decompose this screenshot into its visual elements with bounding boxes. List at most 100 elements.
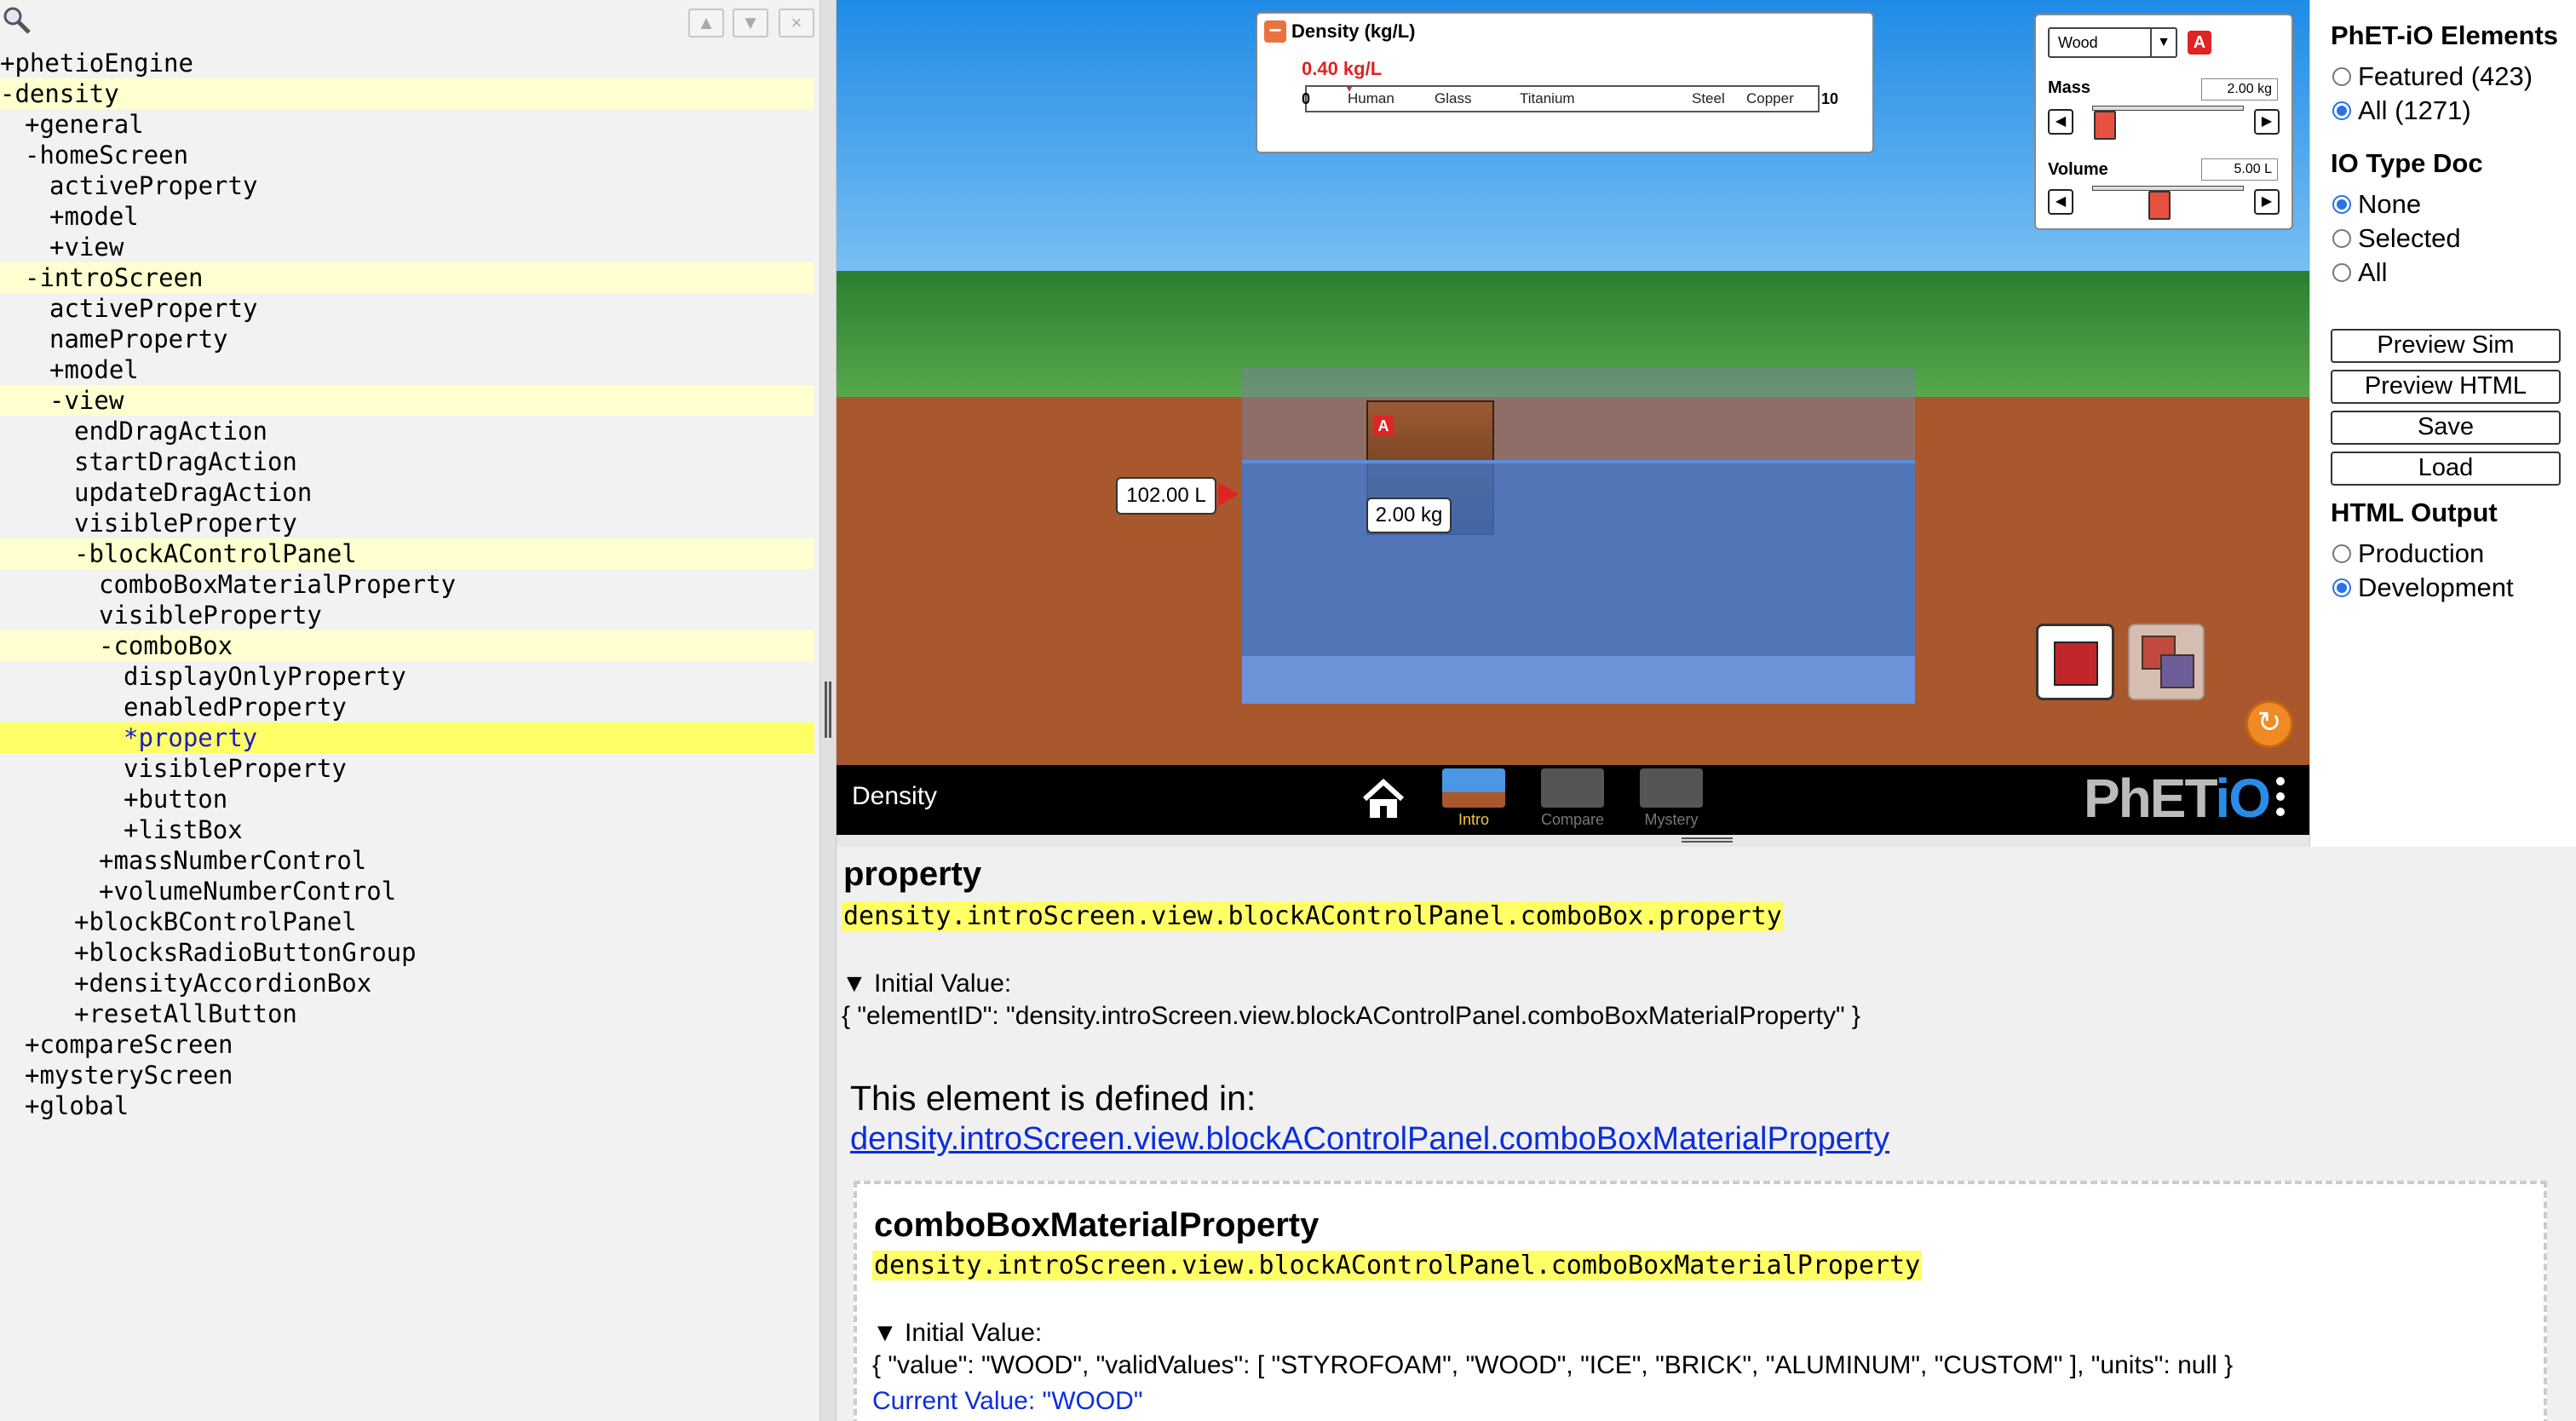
tree-row[interactable]: nameProperty bbox=[0, 324, 814, 354]
radio-iotype-selected[interactable]: Selected bbox=[2332, 221, 2461, 256]
tree-row-label[interactable]: endDragAction bbox=[74, 416, 271, 446]
tree-row-label[interactable]: -homeScreen bbox=[25, 140, 192, 170]
tree-row-label[interactable]: *property bbox=[124, 722, 261, 753]
tree-row[interactable]: +general bbox=[0, 109, 814, 140]
tree-row[interactable]: -homeScreen bbox=[0, 140, 814, 170]
tree-row[interactable]: -comboBox bbox=[0, 630, 814, 661]
radio-icon[interactable] bbox=[2332, 66, 2351, 86]
radio-icon[interactable] bbox=[2332, 544, 2351, 563]
tree-row[interactable]: +view bbox=[0, 232, 814, 262]
volume-increment-button[interactable]: ▶ bbox=[2254, 189, 2280, 215]
tab-intro[interactable]: Intro bbox=[1440, 768, 1508, 833]
tree-row-label[interactable]: +mysteryScreen bbox=[25, 1060, 236, 1090]
tree-row[interactable]: +resetAllButton bbox=[0, 998, 814, 1029]
splitter-grip-icon[interactable] bbox=[1682, 837, 1733, 843]
horizontal-splitter[interactable] bbox=[837, 835, 2309, 847]
radio-iotype-none[interactable]: None bbox=[2332, 187, 2421, 221]
tree-row-label[interactable]: +button bbox=[124, 784, 231, 814]
tree-row-label[interactable]: -introScreen bbox=[25, 262, 207, 293]
tree-row[interactable]: +blocksRadioButtonGroup bbox=[0, 937, 814, 968]
tab-mystery[interactable]: Mystery bbox=[1637, 768, 1705, 833]
more-options-icon[interactable] bbox=[2276, 777, 2285, 825]
tab-compare[interactable]: Compare bbox=[1538, 768, 1607, 833]
tree-row-label[interactable]: +view bbox=[49, 232, 127, 262]
radio-icon[interactable] bbox=[2332, 101, 2351, 120]
tree-row-label[interactable]: +blockBControlPanel bbox=[74, 906, 360, 937]
radio-iotype-all[interactable]: All bbox=[2332, 256, 2387, 290]
tree-row-label[interactable]: startDragAction bbox=[74, 446, 301, 477]
radio-all-elements[interactable]: All (1271) bbox=[2332, 94, 2471, 128]
tree-row[interactable]: startDragAction bbox=[0, 446, 814, 477]
volume-slider-thumb[interactable] bbox=[2148, 191, 2171, 220]
tree-row[interactable]: visibleProperty bbox=[0, 600, 814, 630]
mass-value[interactable]: 2.00 kg bbox=[2201, 78, 2278, 101]
tree-close-button[interactable]: × bbox=[779, 9, 814, 37]
volume-value[interactable]: 5.00 L bbox=[2201, 158, 2278, 181]
search-icon[interactable] bbox=[2, 5, 32, 36]
preview-html-button[interactable]: Preview HTML bbox=[2331, 370, 2561, 404]
tree-row[interactable]: -introScreen bbox=[0, 262, 814, 293]
one-block-radio-button[interactable] bbox=[2036, 624, 2114, 700]
mass-decrement-button[interactable]: ◀ bbox=[2048, 109, 2073, 135]
chevron-down-icon[interactable]: ▼ bbox=[2150, 29, 2176, 56]
tree-row-label[interactable]: +listBox bbox=[124, 814, 246, 845]
tree-row[interactable]: +blockBControlPanel bbox=[0, 906, 814, 937]
tree-row-label[interactable]: activeProperty bbox=[49, 293, 261, 324]
tree-row[interactable]: *property bbox=[0, 722, 814, 753]
tree-row-label[interactable]: updateDragAction bbox=[74, 477, 315, 508]
tree-row-label[interactable]: visibleProperty bbox=[124, 753, 350, 784]
tree-row[interactable]: displayOnlyProperty bbox=[0, 661, 814, 692]
tree-row-label[interactable]: +phetioEngine bbox=[0, 48, 197, 78]
tree-row[interactable]: +listBox bbox=[0, 814, 814, 845]
tree-row-label[interactable]: activeProperty bbox=[49, 170, 261, 201]
radio-development[interactable]: Development bbox=[2332, 571, 2514, 605]
mass-slider-thumb[interactable] bbox=[2094, 111, 2116, 140]
tree-row-label[interactable]: +model bbox=[49, 354, 142, 385]
radio-production[interactable]: Production bbox=[2332, 537, 2484, 571]
tree-row-label[interactable]: displayOnlyProperty bbox=[124, 661, 410, 692]
load-button[interactable]: Load bbox=[2331, 452, 2561, 486]
tree-row-label[interactable]: +general bbox=[25, 109, 147, 140]
tree-row-label[interactable]: +blocksRadioButtonGroup bbox=[74, 937, 420, 968]
tree-row-label[interactable]: +densityAccordionBox bbox=[74, 968, 375, 998]
tree-row-label[interactable]: +compareScreen bbox=[25, 1029, 236, 1060]
vertical-splitter[interactable] bbox=[819, 0, 837, 1421]
tree-row[interactable]: +model bbox=[0, 201, 814, 232]
tree-row-label[interactable]: -comboBox bbox=[99, 630, 236, 661]
tree-row[interactable]: visibleProperty bbox=[0, 508, 814, 538]
tree-row[interactable]: enabledProperty bbox=[0, 692, 814, 722]
tree-row-label[interactable]: +global bbox=[25, 1090, 132, 1121]
tree-row[interactable]: +mysteryScreen bbox=[0, 1060, 814, 1090]
tree-row-label[interactable]: enabledProperty bbox=[124, 692, 350, 722]
tree-row[interactable]: activeProperty bbox=[0, 293, 814, 324]
radio-icon[interactable] bbox=[2332, 262, 2351, 282]
tree-row[interactable]: +volumeNumberControl bbox=[0, 876, 814, 906]
home-icon[interactable] bbox=[1360, 775, 1407, 823]
tree-row-label[interactable]: +massNumberControl bbox=[99, 845, 370, 876]
preview-sim-button[interactable]: Preview Sim bbox=[2331, 329, 2561, 363]
tree-down-button[interactable]: ▼ bbox=[733, 9, 768, 37]
defined-in-link[interactable]: density.introScreen.view.blockAControlPa… bbox=[850, 1121, 1889, 1158]
tree-row-label[interactable]: -view bbox=[49, 385, 127, 416]
inner-initial-value-toggle[interactable]: ▼ Initial Value: bbox=[872, 1319, 1042, 1348]
tree-row[interactable]: -blockAControlPanel bbox=[0, 538, 814, 569]
tree-row[interactable]: +phetioEngine bbox=[0, 48, 814, 78]
tree-row-label[interactable]: -blockAControlPanel bbox=[74, 538, 360, 569]
tree-row[interactable]: -view bbox=[0, 385, 814, 416]
tree-row-label[interactable]: visibleProperty bbox=[74, 508, 301, 538]
collapse-button[interactable]: − bbox=[1264, 19, 1286, 43]
tree-row[interactable]: +massNumberControl bbox=[0, 845, 814, 876]
tree-up-button[interactable]: ▲ bbox=[688, 9, 724, 37]
tree-row[interactable]: endDragAction bbox=[0, 416, 814, 446]
tree-row[interactable]: +model bbox=[0, 354, 814, 385]
tree-row[interactable]: +densityAccordionBox bbox=[0, 968, 814, 998]
tree-row[interactable]: -density bbox=[0, 78, 814, 109]
tree-row-label[interactable]: nameProperty bbox=[49, 324, 232, 354]
radio-featured[interactable]: Featured (423) bbox=[2332, 60, 2533, 94]
tree-row[interactable]: +global bbox=[0, 1090, 814, 1121]
mass-increment-button[interactable]: ▶ bbox=[2254, 109, 2280, 135]
tree-row-label[interactable]: +volumeNumberControl bbox=[99, 876, 400, 906]
tree-row-label[interactable]: comboBoxMaterialProperty bbox=[99, 569, 459, 600]
splitter-grip-icon[interactable] bbox=[825, 682, 831, 738]
radio-icon[interactable] bbox=[2332, 194, 2351, 214]
